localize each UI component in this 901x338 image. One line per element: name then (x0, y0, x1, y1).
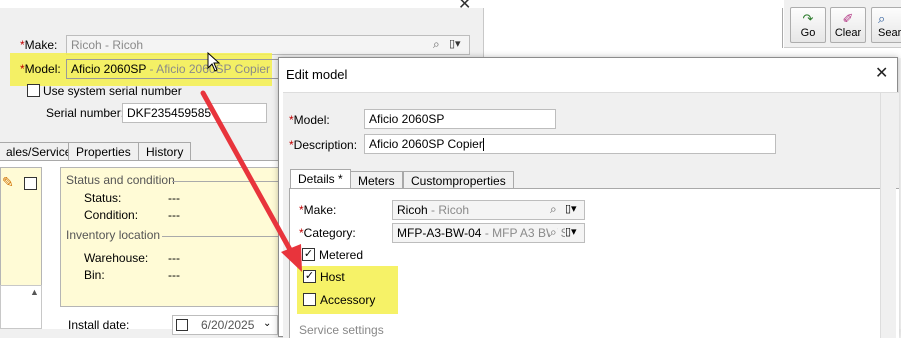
annotation-arrow (200, 90, 302, 272)
